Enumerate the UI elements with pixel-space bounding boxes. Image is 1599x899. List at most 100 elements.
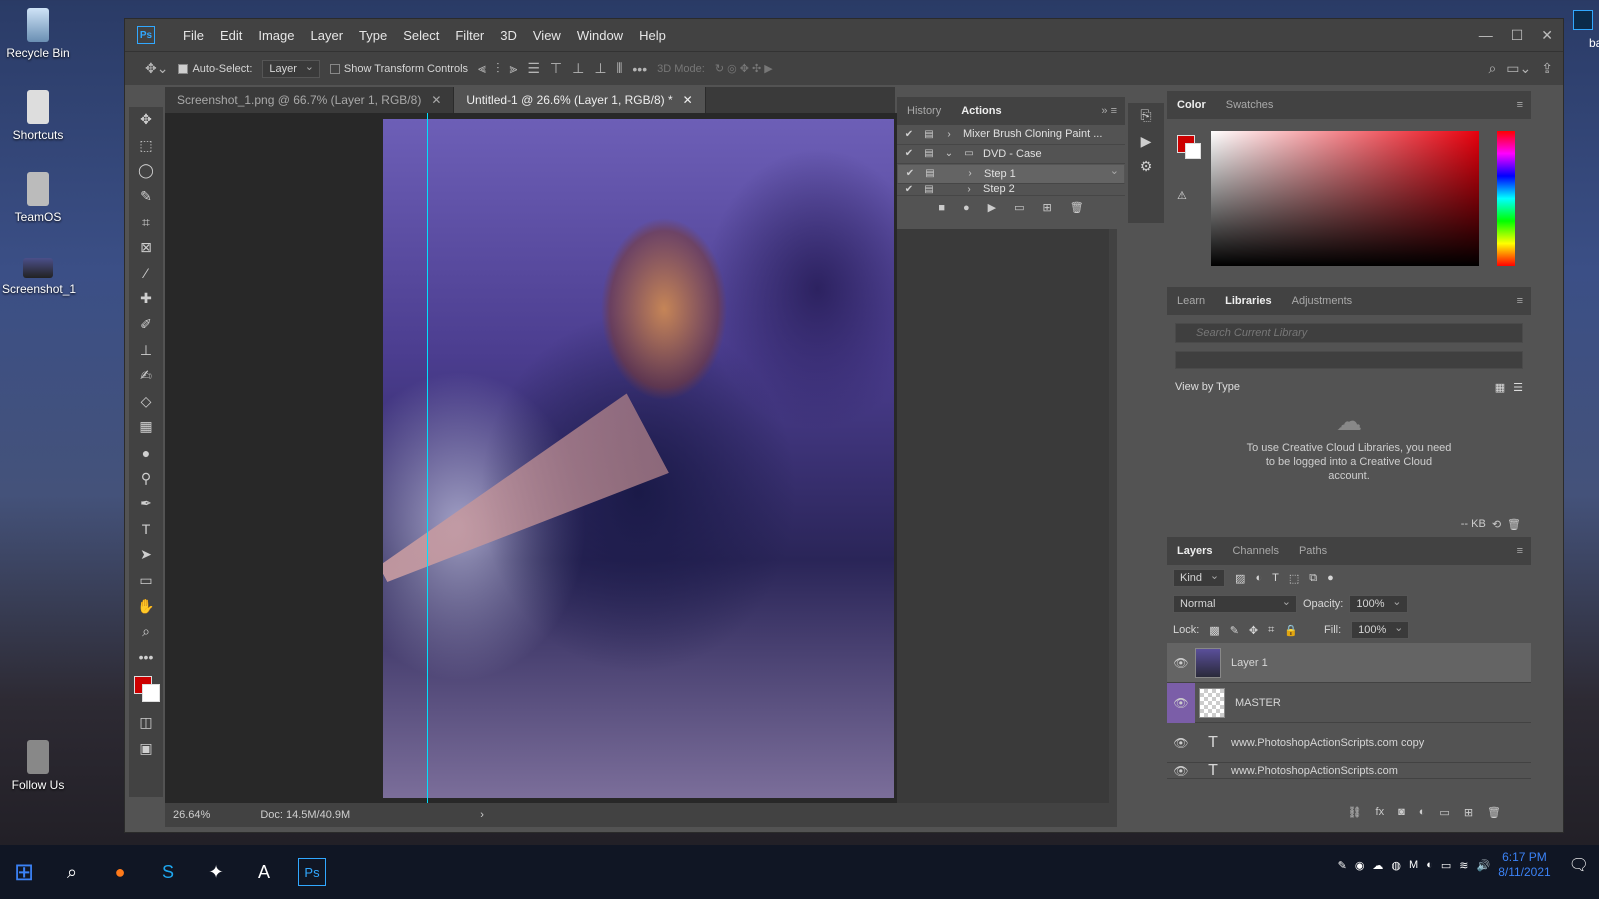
filter-smart-icon[interactable]: ⧉ <box>1309 572 1317 585</box>
tab-swatches[interactable]: Swatches <box>1216 99 1284 111</box>
blend-mode-dropdown[interactable]: Normal <box>1173 595 1297 613</box>
healing-tool-icon[interactable]: ✚ <box>129 286 163 312</box>
background-color[interactable] <box>1185 143 1201 159</box>
guide-line[interactable] <box>427 113 428 803</box>
menu-file[interactable]: File <box>175 28 212 43</box>
history-icon[interactable]: ⎘ <box>1128 103 1164 129</box>
layer-row[interactable]: 👁 T www.PhotoshopActionScripts.com <box>1167 763 1531 779</box>
play-icon[interactable]: ▶ <box>988 201 996 214</box>
tab-history[interactable]: History <box>897 105 951 117</box>
lock-all-icon[interactable]: 🔒 <box>1284 624 1298 637</box>
battery-icon[interactable]: ▭ <box>1441 859 1451 872</box>
action-row[interactable]: ✔ ▤ › Mixer Brush Cloning Paint ... <box>897 125 1125 145</box>
panel-menu-icon[interactable]: ≡ <box>1517 295 1531 307</box>
brush-tool-icon[interactable]: ✐ <box>129 312 163 338</box>
hue-slider[interactable] <box>1497 131 1515 266</box>
filter-shape-icon[interactable]: ⬚ <box>1289 572 1299 585</box>
align-middle-icon[interactable]: ⊥ <box>572 60 584 77</box>
rectangle-tool-icon[interactable]: ▭ <box>129 568 163 594</box>
lock-artboard-icon[interactable]: ⌗ <box>1268 624 1274 637</box>
menu-edit[interactable]: Edit <box>212 28 250 43</box>
menu-view[interactable]: View <box>525 28 569 43</box>
layer-row[interactable]: 👁 MASTER <box>1167 682 1531 723</box>
tray-app-icon[interactable]: M <box>1409 859 1418 871</box>
start-windows-icon[interactable]: ⊞ <box>0 852 48 892</box>
blur-tool-icon[interactable]: ● <box>129 440 163 466</box>
menu-3d[interactable]: 3D <box>492 28 525 43</box>
stop-icon[interactable]: ■ <box>938 202 945 214</box>
tab-adjustments[interactable]: Adjustments <box>1282 295 1363 307</box>
menu-window[interactable]: Window <box>569 28 631 43</box>
tray-chrome-icon[interactable]: ◉ <box>1355 859 1365 872</box>
tab-actions[interactable]: Actions <box>951 105 1011 117</box>
desktop-icon-partial[interactable]: ba <box>1559 10 1599 70</box>
visibility-eye-icon[interactable]: 👁 <box>1167 682 1195 723</box>
eyedropper-tool-icon[interactable]: ⁄ <box>129 261 163 287</box>
trash-icon[interactable]: 🗑 <box>1487 806 1501 819</box>
chevron-right-icon[interactable]: › <box>963 184 975 195</box>
lock-position-icon[interactable]: ✥ <box>1249 624 1258 637</box>
tray-app-icon[interactable]: ◍ <box>1391 859 1401 872</box>
tray-app-icon[interactable]: ✎ <box>1338 859 1347 872</box>
distribute-icon[interactable]: ☰ <box>527 60 540 77</box>
app-icon[interactable]: ✦ <box>192 852 240 892</box>
menu-image[interactable]: Image <box>250 28 302 43</box>
eraser-tool-icon[interactable]: ◇ <box>129 389 163 415</box>
minimize-icon[interactable]: — <box>1479 27 1493 43</box>
zoom-tool-icon[interactable]: ⌕ <box>129 619 163 645</box>
pen-tool-icon[interactable]: ✒ <box>129 491 163 517</box>
filter-type-icon[interactable]: T <box>1272 572 1279 584</box>
filter-adjustment-icon[interactable]: ◐ <box>1255 572 1262 584</box>
menu-select[interactable]: Select <box>395 28 447 43</box>
color-swatches[interactable] <box>129 670 163 710</box>
dodge-tool-icon[interactable]: ⚲ <box>129 465 163 491</box>
chevron-right-icon[interactable]: › <box>964 168 976 179</box>
chevron-down-icon[interactable]: ⌄ <box>943 148 955 159</box>
clock[interactable]: 6:17 PM 8/11/2021 <box>1498 850 1551 880</box>
screen-mode-icon[interactable]: ▣ <box>129 736 163 762</box>
check-icon[interactable]: ✔ <box>903 129 915 140</box>
tab-color[interactable]: Color <box>1167 99 1216 111</box>
crop-tool-icon[interactable]: ⌗ <box>129 209 163 235</box>
library-dropdown[interactable] <box>1175 351 1523 369</box>
zoom-level[interactable]: 26.64% <box>173 809 210 821</box>
menu-layer[interactable]: Layer <box>303 28 352 43</box>
visibility-eye-icon[interactable]: 👁 <box>1167 764 1195 778</box>
link-layers-icon[interactable]: ⛓ <box>1348 806 1362 819</box>
tab-screenshot[interactable]: Screenshot_1.png @ 66.7% (Layer 1, RGB/8… <box>165 87 455 113</box>
dialog-toggle-icon[interactable]: ▤ <box>923 148 935 159</box>
share-icon[interactable]: ⇪ <box>1541 60 1553 77</box>
volume-icon[interactable]: 🔊 <box>1476 859 1490 872</box>
library-search-input[interactable]: Search Current Library <box>1175 323 1523 343</box>
lock-paint-icon[interactable]: ✎ <box>1230 624 1239 637</box>
move-tool-icon[interactable]: ✥⌄ <box>145 60 168 77</box>
menu-filter[interactable]: Filter <box>447 28 492 43</box>
menu-help[interactable]: Help <box>631 28 674 43</box>
move-tool-icon[interactable]: ✥ <box>129 107 163 133</box>
fill-input[interactable]: 100% <box>1351 621 1410 639</box>
dialog-toggle-icon[interactable]: ▤ <box>924 168 936 179</box>
filter-toggle-icon[interactable]: ● <box>1327 572 1334 584</box>
trash-icon[interactable]: 🗑 <box>1070 201 1084 214</box>
edit-toolbar-icon[interactable]: ••• <box>129 644 163 670</box>
close-tab-icon[interactable]: ✕ <box>683 93 693 107</box>
layer-row[interactable]: 👁 Layer 1 <box>1167 643 1531 683</box>
dialog-toggle-icon[interactable]: ▤ <box>923 184 935 195</box>
new-set-icon[interactable]: ▭ <box>1014 201 1024 214</box>
grid-view-icon[interactable]: ▦ <box>1495 381 1505 394</box>
panel-menu-icon[interactable]: ≡ <box>1517 545 1531 557</box>
tab-libraries[interactable]: Libraries <box>1215 295 1281 307</box>
desktop-icon-teamos[interactable]: TeamOS <box>2 172 74 224</box>
tab-paths[interactable]: Paths <box>1289 545 1337 557</box>
search-icon[interactable]: ⌕ <box>1488 60 1496 77</box>
desktop-icon-screenshot[interactable]: Screenshot_1 <box>2 258 76 296</box>
visibility-eye-icon[interactable]: 👁 <box>1167 656 1195 670</box>
frame-tool-icon[interactable]: ⊠ <box>129 235 163 261</box>
align-left-icon[interactable]: ⫷ <box>478 60 486 77</box>
close-tab-icon[interactable]: ✕ <box>431 93 441 107</box>
auto-select-dropdown[interactable]: Layer <box>262 59 320 78</box>
properties-icon[interactable]: ⚙ <box>1128 154 1164 180</box>
menu-type[interactable]: Type <box>351 28 395 43</box>
align-bottom-icon[interactable]: ⊥ <box>594 60 606 77</box>
chevron-right-icon[interactable]: › <box>943 129 955 140</box>
